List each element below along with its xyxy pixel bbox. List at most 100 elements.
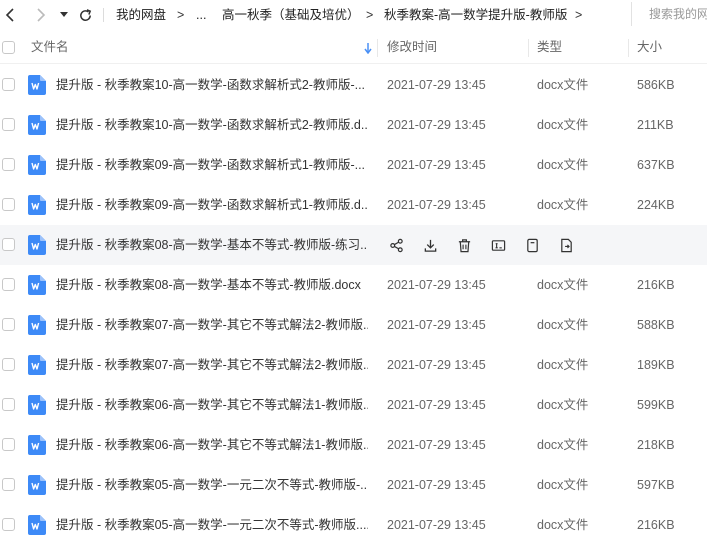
table-row[interactable]: 提升版 - 秋季教案09-高一数学-函数求解析式1-教师版-... 2021-07… [0,145,707,185]
table-row[interactable]: 提升版 - 秋季教案10-高一数学-函数求解析式2-教师版-... 2021-07… [0,65,707,105]
file-name[interactable]: 提升版 - 秋季教案06-高一数学-其它不等式解法1-教师版... [56,397,368,413]
file-name[interactable]: 提升版 - 秋季教案06-高一数学-其它不等式解法1-教师版.... [56,437,368,453]
file-name[interactable]: 提升版 - 秋季教案08-高一数学-基本不等式-教师版.docx [56,277,368,293]
file-name[interactable]: 提升版 - 秋季教案10-高一数学-函数求解析式2-教师版.d... [56,117,368,133]
file-modified: 2021-07-29 13:45 [387,278,486,292]
back-button[interactable] [1,5,21,25]
row-checkbox[interactable] [2,478,15,491]
search-input[interactable]: 搜索我的网盘 [631,2,707,26]
file-type: docx文件 [537,78,589,92]
column-modified-header[interactable]: 修改时间 [387,31,437,64]
file-type: docx文件 [537,398,589,412]
column-type-header[interactable]: 类型 [537,31,562,64]
table-row[interactable]: 提升版 - 秋季教案08-高一数学-基本不等式-教师版.docx 2021-07-… [0,265,707,305]
docx-file-icon [28,275,46,295]
table-row[interactable]: 提升版 - 秋季教案06-高一数学-其它不等式解法1-教师版... 2021-07… [0,385,707,425]
docx-file-icon [28,115,46,135]
breadcrumb-separator: > [575,8,583,22]
table-row[interactable]: 提升版 - 秋季教案05-高一数学-一元二次不等式-教师版-... 2021-07… [0,465,707,505]
table-row[interactable]: 提升版 - 秋季教案07-高一数学-其它不等式解法2-教师版.... 2021-0… [0,345,707,385]
docx-file-icon [28,355,46,375]
file-name[interactable]: 提升版 - 秋季教案05-高一数学-一元二次不等式-教师版.... [56,517,368,533]
file-name[interactable]: 提升版 - 秋季教案07-高一数学-其它不等式解法2-教师版.... [56,357,368,373]
docx-file-icon [28,475,46,495]
breadcrumb-ellipsis[interactable]: ... [196,7,206,23]
file-size: 211KB [637,118,674,132]
file-size: 599KB [637,398,675,412]
file-type: docx文件 [537,478,589,492]
column-name-header[interactable]: 文件名 [31,31,69,64]
toolbar: 我的网盘 > ... 高一秋季（基础及培优） > 秋季教案-高一数学提升版-教师… [0,0,707,30]
file-size: 637KB [637,158,675,172]
refresh-button[interactable] [75,5,95,25]
file-modified: 2021-07-29 13:45 [387,358,486,372]
table-row[interactable]: 提升版 - 秋季教案09-高一数学-函数求解析式1-教师版.d... 2021-0… [0,185,707,225]
docx-file-icon [28,515,46,535]
file-type: docx文件 [537,158,589,172]
column-size-header[interactable]: 大小 [637,31,662,64]
row-checkbox[interactable] [2,78,15,91]
move-button[interactable] [557,236,575,254]
row-checkbox[interactable] [2,238,15,251]
copy-button[interactable] [523,236,541,254]
row-checkbox[interactable] [2,118,15,131]
file-size: 189KB [637,358,675,372]
table-row[interactable]: 提升版 - 秋季教案10-高一数学-函数求解析式2-教师版.d... 2021-0… [0,105,707,145]
file-type: docx文件 [537,118,589,132]
share-button[interactable] [387,236,405,254]
copy-icon [526,238,538,252]
toolbar-divider [103,8,104,22]
download-button[interactable] [421,236,439,254]
history-dropdown-button[interactable] [54,5,74,25]
breadcrumb-level2[interactable]: 高一秋季（基础及培优） [222,7,360,23]
file-type: docx文件 [537,318,589,332]
file-size: 586KB [637,78,675,92]
file-modified: 2021-07-29 13:45 [387,518,486,532]
file-size: 216KB [637,278,675,292]
row-checkbox[interactable] [2,198,15,211]
caret-down-icon [60,12,68,17]
file-size: 224KB [637,198,675,212]
rename-button[interactable] [489,236,507,254]
file-name[interactable]: 提升版 - 秋季教案09-高一数学-函数求解析式1-教师版-... [56,157,368,173]
column-divider [528,39,529,57]
row-checkbox[interactable] [2,158,15,171]
select-all-checkbox[interactable] [2,41,15,54]
chevron-left-icon [5,8,14,22]
row-checkbox[interactable] [2,438,15,451]
file-name[interactable]: 提升版 - 秋季教案09-高一数学-函数求解析式1-教师版.d... [56,197,368,213]
forward-button[interactable] [31,5,51,25]
file-modified: 2021-07-29 13:45 [387,398,486,412]
row-checkbox[interactable] [2,318,15,331]
row-checkbox[interactable] [2,398,15,411]
file-name[interactable]: 提升版 - 秋季教案10-高一数学-函数求解析式2-教师版-... [56,77,368,93]
table-row[interactable]: 提升版 - 秋季教案08-高一数学-基本不等式-教师版-练习... [0,225,707,265]
row-checkbox[interactable] [2,278,15,291]
move-icon [560,238,572,252]
file-type: docx文件 [537,278,589,292]
docx-file-icon [28,155,46,175]
file-type: docx文件 [537,438,589,452]
delete-button[interactable] [455,236,473,254]
file-name[interactable]: 提升版 - 秋季教案08-高一数学-基本不等式-教师版-练习... [56,237,368,253]
breadcrumb-root[interactable]: 我的网盘 [116,7,166,23]
table-row[interactable]: 提升版 - 秋季教案05-高一数学-一元二次不等式-教师版.... 2021-07… [0,505,707,537]
file-modified: 2021-07-29 13:45 [387,198,486,212]
download-icon [424,239,436,252]
file-modified: 2021-07-29 13:45 [387,78,486,92]
file-name[interactable]: 提升版 - 秋季教案07-高一数学-其它不等式解法2-教师版... [56,317,368,333]
arrow-down-icon[interactable] [364,43,372,54]
table-row[interactable]: 提升版 - 秋季教案06-高一数学-其它不等式解法1-教师版.... 2021-0… [0,425,707,465]
column-divider [377,39,378,57]
docx-file-icon [28,315,46,335]
row-checkbox[interactable] [2,358,15,371]
column-divider [628,39,629,57]
file-modified: 2021-07-29 13:45 [387,158,486,172]
file-name[interactable]: 提升版 - 秋季教案05-高一数学-一元二次不等式-教师版-... [56,477,368,493]
breadcrumb-current[interactable]: 秋季教案-高一数学提升版-教师版 [384,7,567,23]
table-row[interactable]: 提升版 - 秋季教案07-高一数学-其它不等式解法2-教师版... 2021-07… [0,305,707,345]
row-checkbox[interactable] [2,518,15,531]
share-icon [389,238,403,252]
file-size: 597KB [637,478,675,492]
file-size: 218KB [637,438,675,452]
